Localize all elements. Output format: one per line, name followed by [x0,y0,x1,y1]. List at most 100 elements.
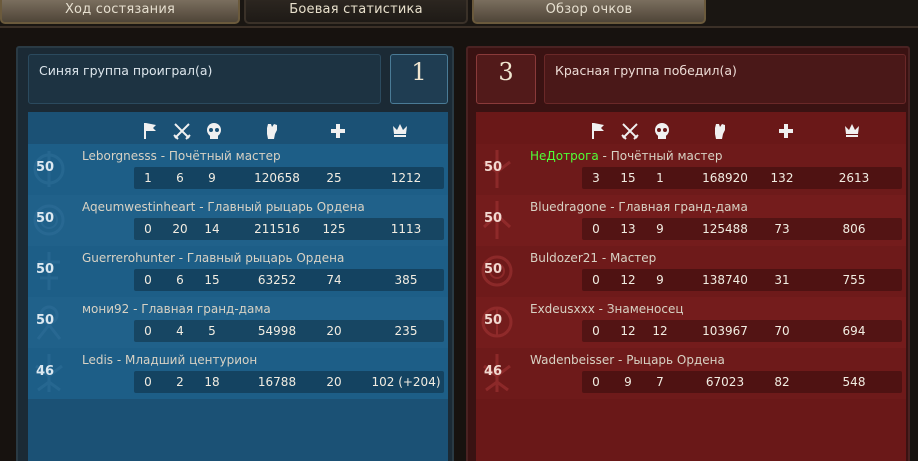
player-stats: 0 6 15 63252 74 385 [134,269,444,291]
player-title: Главный рыцарь Ордена [186,251,345,265]
player-stats: 1 6 9 120658 25 1212 [134,167,444,189]
player-name: Bluedragone [530,200,607,214]
stat-heal: 74 [326,273,342,287]
stats-frame: Синяя группа проиграл(а) 1 50 Leborgness… [0,26,918,461]
tab-combat-statistics[interactable]: Боевая статистика [244,0,468,24]
table-row[interactable]: 50 Aqeumwestinheart - Главный рыцарь Орд… [28,195,448,246]
table-row[interactable]: 50 НеДотрога - Почётный мастер 3 15 1 16… [476,144,906,195]
player-name-line: Wadenbeisser - Рыцарь Ордена [530,351,902,369]
player-name: Exdeusxxx [530,302,595,316]
player-name-line: Exdeusxxx - Знаменосец [530,300,902,318]
stat-deaths: 14 [204,222,220,236]
stat-kills: 6 [176,171,184,185]
tab-match-progress[interactable]: Ход состязания [0,0,240,24]
crown-icon [390,122,410,142]
table-row[interactable]: 50 Buldozer21 - Мастер 0 12 9 138740 31 … [476,246,906,297]
stat-flags: 0 [144,222,152,236]
stat-damage: 125488 [702,222,748,236]
table-row[interactable]: 46 Wadenbeisser - Рыцарь Ордена 0 9 7 67… [476,348,906,399]
player-title: Главный рыцарь Ордена [207,200,365,214]
player-stats: 0 13 9 125488 73 806 [582,218,902,240]
player-title: Знаменосец [606,302,684,316]
player-level: 50 [35,211,55,226]
stat-kills: 4 [176,324,184,338]
stat-deaths: 9 [656,222,664,236]
table-row[interactable]: 50 Leborgnesss - Почётный мастер 1 6 9 1… [28,144,448,195]
table-row[interactable]: 50 Guerrerohunter - Главный рыцарь Орден… [28,246,448,297]
crossed-swords-icon [172,122,192,142]
stat-flags: 0 [592,375,600,389]
plus-icon [776,122,796,142]
player-name: Buldozer21 [530,251,599,265]
player-name-line: Bluedragone - Главная гранд-дама [530,198,902,216]
blue-team-score: 1 [390,54,448,104]
separator: - [129,302,142,316]
stat-kills: 6 [176,273,184,287]
player-stats: 0 9 7 67023 82 548 [582,371,902,393]
separator: - [113,353,126,367]
table-row[interactable]: 46 Ledis - Младший центурион 0 2 18 1678… [28,348,448,399]
player-name: мони92 [82,302,130,316]
stat-kills: 12 [620,273,636,287]
player-name-line: Leborgnesss - Почётный мастер [82,147,444,165]
player-title: Главная гранд-дама [618,200,748,214]
stat-flags: 0 [144,273,152,287]
stat-heal: 25 [326,171,342,185]
stat-deaths: 1 [656,171,664,185]
crown-icon [842,122,862,142]
player-stats: 0 2 18 16788 20 102 (+204) [134,371,444,393]
fist-icon [710,122,730,142]
player-name: Leborgnesss [82,149,157,163]
flag-icon [588,122,608,142]
player-stats: 3 15 1 168920 132 2613 [582,167,902,189]
player-stats: 0 20 14 211516 125 1113 [134,218,444,240]
player-stats: 0 12 9 138740 31 755 [582,269,902,291]
player-name: Ledis [82,353,114,367]
player-level: 46 [483,364,503,379]
table-row[interactable]: 50 Exdeusxxx - Знаменосец 0 12 12 103967… [476,297,906,348]
player-stats: 0 4 5 54998 20 235 [134,320,444,342]
stat-damage: 211516 [254,222,300,236]
player-name: Aqeumwestinheart [82,200,196,214]
stat-flags: 1 [144,171,152,185]
stat-points: 806 [842,222,866,236]
separator: - [598,251,610,265]
tab-points-overview[interactable]: Обзор очков [472,0,706,24]
player-level: 50 [35,313,55,328]
table-row[interactable]: 50 Bluedragone - Главная гранд-дама 0 13… [476,195,906,246]
red-stat-header [476,118,906,144]
tab-bar: Ход состязания Боевая статистика Обзор о… [0,0,918,26]
stat-kills: 2 [176,375,184,389]
stat-points: 1212 [390,171,422,185]
stat-points: 102 (+204) [371,375,441,389]
stat-heal: 132 [770,171,794,185]
stat-heal: 31 [774,273,790,287]
player-level: 50 [483,262,503,277]
stat-kills: 9 [624,375,632,389]
stat-damage: 168920 [702,171,748,185]
stat-points: 385 [394,273,418,287]
blue-team-result: Синяя группа проиграл(а) [28,54,381,104]
stat-damage: 103967 [702,324,748,338]
separator: - [195,200,208,214]
player-name-line: мони92 - Главная гранд-дама [82,300,444,318]
player-level: 50 [483,211,503,226]
red-team-result: Красная группа победил(а) [544,54,906,104]
separator: - [614,353,627,367]
player-level: 50 [35,160,55,175]
skull-icon [652,122,672,142]
table-row[interactable]: 50 мони92 - Главная гранд-дама 0 4 5 549… [28,297,448,348]
stat-damage: 54998 [257,324,297,338]
player-title: Мастер [609,251,657,265]
stat-heal: 20 [326,375,342,389]
stat-damage: 63252 [257,273,297,287]
stat-points: 2613 [838,171,870,185]
blue-team-table: 50 Leborgnesss - Почётный мастер 1 6 9 1… [28,112,448,461]
player-title: Почётный мастер [610,149,723,163]
player-name-line: Guerrerohunter - Главный рыцарь Ордена [82,249,444,267]
stat-deaths: 12 [652,324,668,338]
player-name-line: Aqeumwestinheart - Главный рыцарь Ордена [82,198,444,216]
stat-heal: 70 [774,324,790,338]
player-title: Младший центурион [125,353,258,367]
player-name-line: Ledis - Младший центурион [82,351,444,369]
